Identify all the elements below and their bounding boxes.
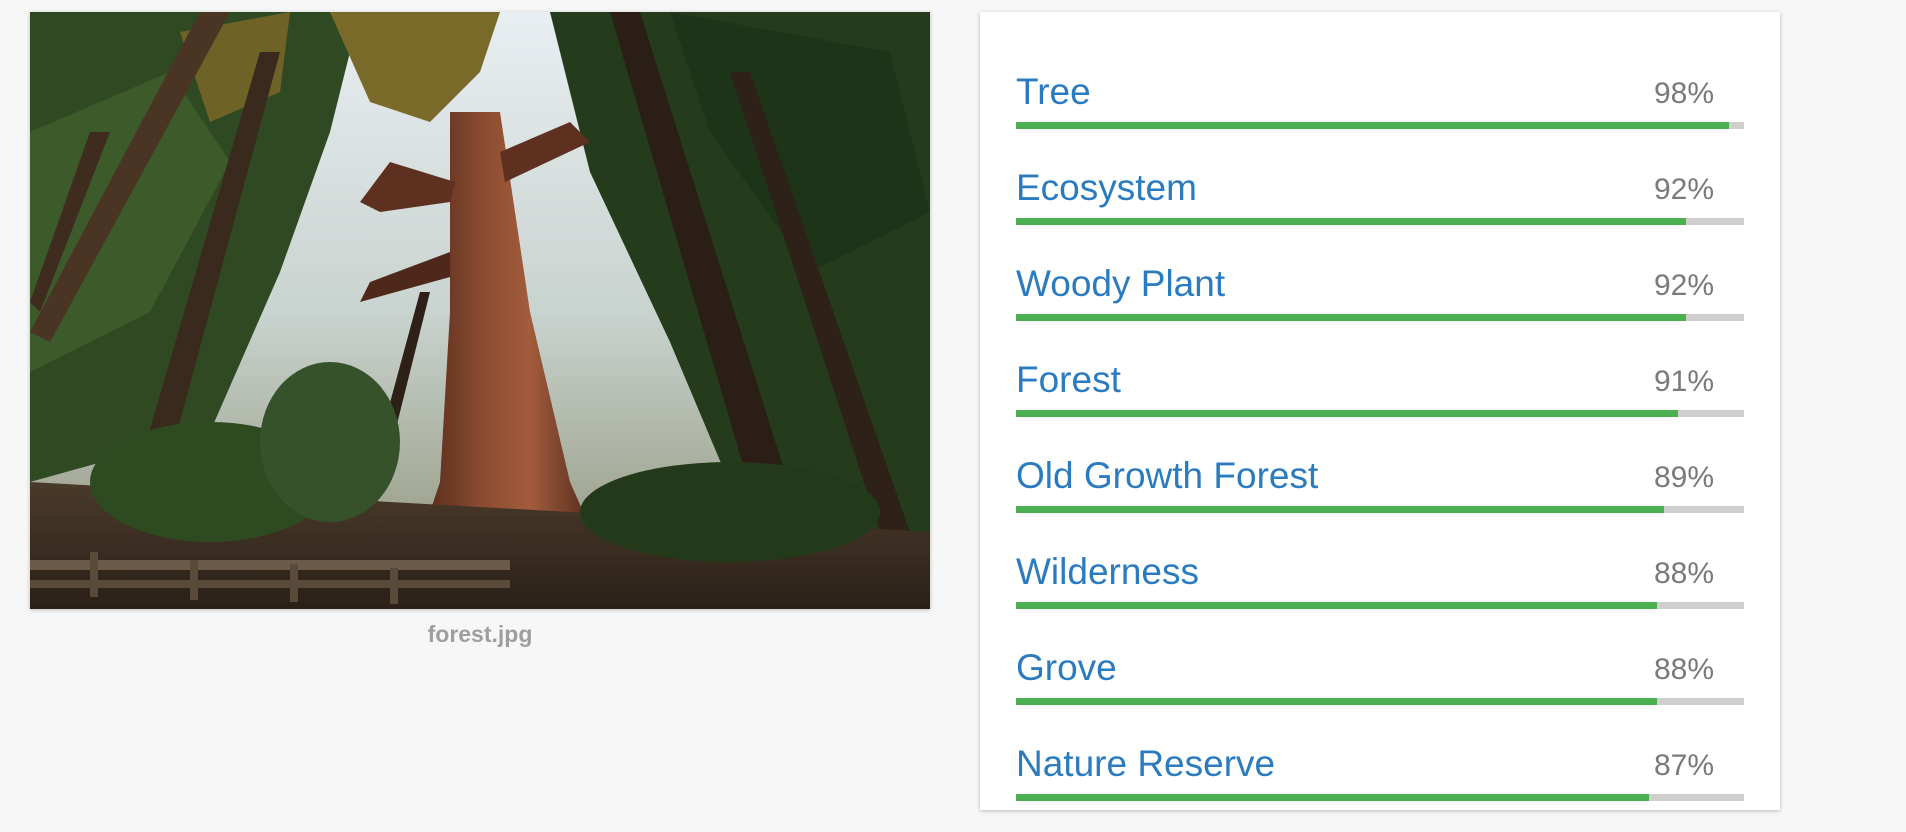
score-bar-fill xyxy=(1016,794,1650,801)
label-row: Old Growth Forest 89% xyxy=(1016,454,1744,550)
label-row: Nature Reserve 87% xyxy=(1016,742,1744,832)
score-bar-track xyxy=(1016,314,1744,321)
label-score: 98% xyxy=(1653,77,1714,110)
label-name[interactable]: Grove xyxy=(1016,646,1117,690)
label-score: 88% xyxy=(1653,557,1714,590)
label-score: 91% xyxy=(1653,365,1714,398)
label-name[interactable]: Tree xyxy=(1016,70,1091,114)
score-bar-fill xyxy=(1016,218,1686,225)
forest-photo[interactable] xyxy=(30,12,930,609)
label-score: 89% xyxy=(1653,461,1714,494)
label-name[interactable]: Ecosystem xyxy=(1016,166,1197,210)
label-row: Ecosystem 92% xyxy=(1016,166,1744,262)
image-filename-caption: forest.jpg xyxy=(427,621,533,647)
score-bar-track xyxy=(1016,794,1744,801)
score-bar-track xyxy=(1016,410,1744,417)
labels-card: Tree 98% Ecosystem 92% Woody Plant 92% F… xyxy=(980,12,1780,810)
score-bar-track xyxy=(1016,122,1744,129)
score-bar-track xyxy=(1016,602,1744,609)
score-bar-fill xyxy=(1016,314,1686,321)
label-score: 92% xyxy=(1653,269,1714,302)
score-bar-fill xyxy=(1016,698,1657,705)
label-name[interactable]: Woody Plant xyxy=(1016,262,1225,306)
score-bar-fill xyxy=(1016,122,1730,129)
label-score: 87% xyxy=(1653,749,1714,782)
label-name[interactable]: Nature Reserve xyxy=(1016,742,1275,786)
label-row: Tree 98% xyxy=(1016,70,1744,166)
label-name[interactable]: Forest xyxy=(1016,358,1121,402)
score-bar-fill xyxy=(1016,410,1679,417)
score-bar-track xyxy=(1016,218,1744,225)
label-row: Forest 91% xyxy=(1016,358,1744,454)
page: forest.jpg Tree 98% Ecosystem 92% Woody … xyxy=(0,0,1906,832)
label-score: 88% xyxy=(1653,653,1714,686)
score-bar-fill xyxy=(1016,506,1664,513)
label-name[interactable]: Wilderness xyxy=(1016,550,1199,594)
score-bar-track xyxy=(1016,698,1744,705)
label-row: Woody Plant 92% xyxy=(1016,262,1744,358)
label-score: 92% xyxy=(1653,173,1714,206)
label-name[interactable]: Old Growth Forest xyxy=(1016,454,1318,498)
forest-photo-illustration xyxy=(30,12,930,609)
score-bar-fill xyxy=(1016,602,1657,609)
label-row: Grove 88% xyxy=(1016,646,1744,742)
score-bar-track xyxy=(1016,506,1744,513)
label-row: Wilderness 88% xyxy=(1016,550,1744,646)
image-panel: forest.jpg xyxy=(30,12,930,648)
